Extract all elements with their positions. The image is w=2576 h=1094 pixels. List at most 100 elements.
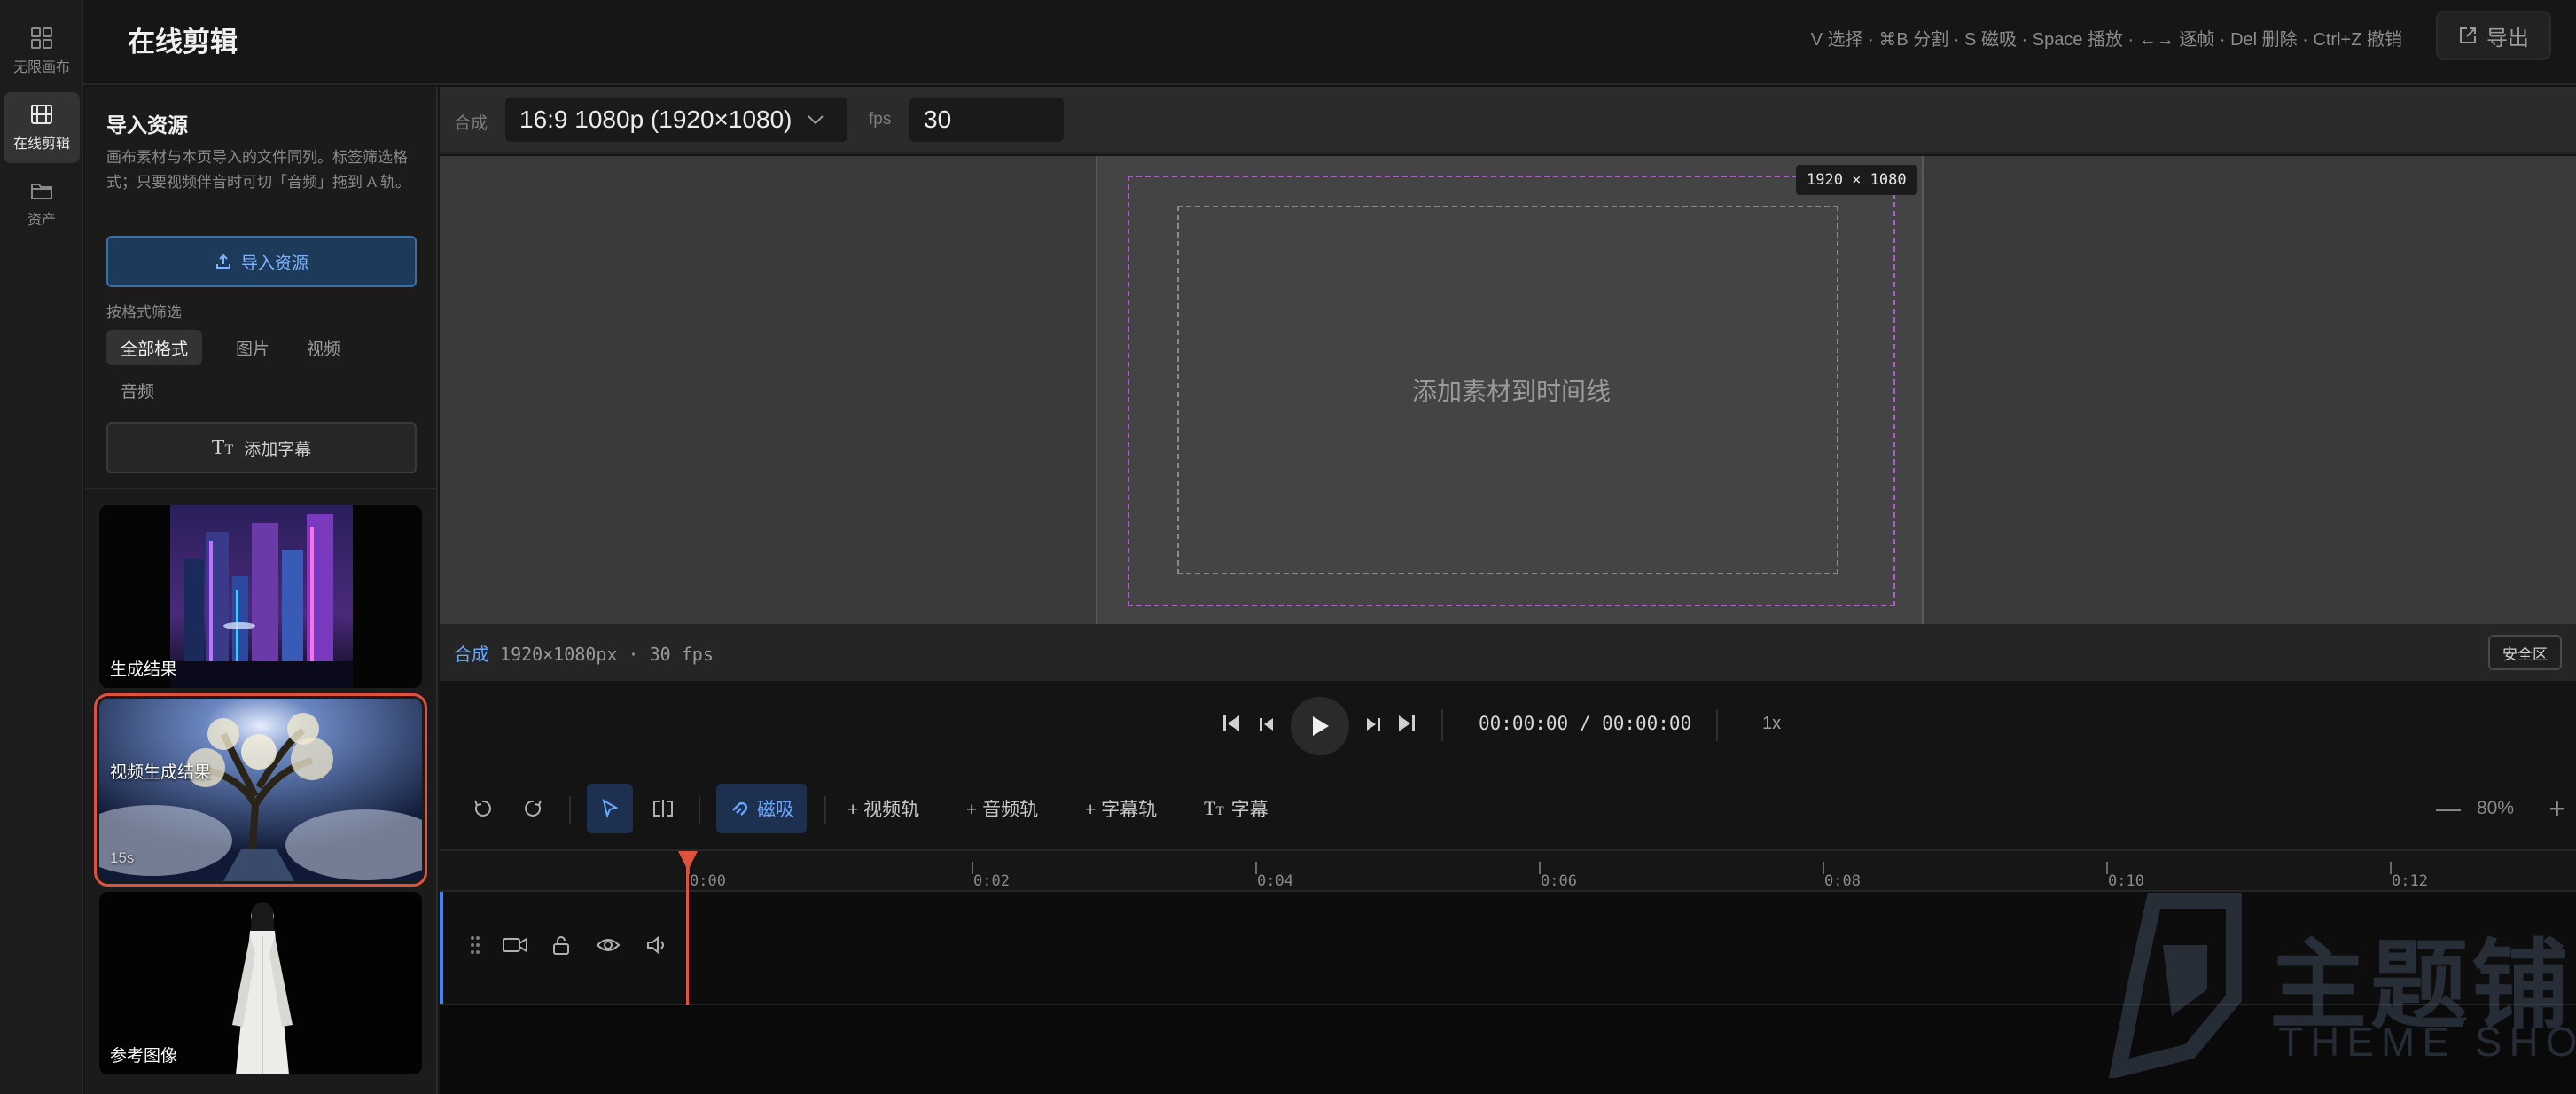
subtitle-label: 字幕: [1230, 800, 1268, 820]
magnet-label: 磁吸: [757, 800, 794, 820]
composition-toolbar: 合成 16:9 1080p (1920×1080) fps 30: [440, 87, 2576, 154]
asset-label: 参考图像: [110, 1047, 178, 1066]
add-subtitle-label: 添加字幕: [244, 440, 312, 459]
playhead-line: [686, 856, 689, 1005]
export-label: 导出: [2486, 26, 2529, 51]
cursor-icon: [602, 798, 619, 819]
redo-icon: [525, 800, 542, 817]
speaker-icon[interactable]: [645, 934, 670, 956]
play-icon: [1313, 716, 1329, 736]
magnet-icon: [732, 801, 748, 816]
add-video-track-button[interactable]: + 视频轨: [847, 784, 919, 833]
rail-item-editor[interactable]: 在线剪辑: [4, 92, 80, 163]
filter-audio[interactable]: 音频: [106, 372, 168, 408]
rail-item-label: 资产: [27, 213, 56, 228]
status-text: 合成 1920×1080px · 30 fps: [454, 640, 714, 666]
magnet-toggle[interactable]: 磁吸: [716, 784, 807, 833]
filter-video[interactable]: 视频: [293, 330, 355, 365]
canvas-frame[interactable]: 添加素材到时间线 1920 × 1080: [1096, 156, 1924, 624]
ruler-label: 0:04: [1257, 872, 1293, 890]
rail-item-label: 无限画布: [12, 60, 70, 75]
filter-title: 按格式筛选: [106, 304, 182, 321]
time-ruler[interactable]: 0:00 0:02 0:04 0:06 0:08 0:10 0:12: [440, 849, 2576, 892]
text-icon: TT: [1204, 797, 1224, 819]
split-tool-button[interactable]: [640, 784, 686, 833]
divider: [1716, 709, 1718, 741]
fps-input[interactable]: 30: [909, 98, 1064, 142]
safe-area-button[interactable]: 安全区: [2488, 635, 2562, 670]
undo-icon: [474, 800, 491, 817]
video-camera-icon: [503, 937, 527, 953]
zoom-out-button[interactable]: —: [2436, 794, 2461, 823]
track-header: [440, 892, 686, 1004]
moonlit-tree-thumbnail: [99, 699, 422, 881]
grid-icon: [31, 27, 52, 49]
timeline-toolbar: 磁吸 + 视频轨 + 音频轨 + 字幕轨 TT 字幕 — 80% +: [440, 770, 2576, 849]
rail-item-label: 在线剪辑: [12, 137, 70, 152]
divider: [85, 488, 436, 489]
watermark-logo: 主题铺 THEME SHOP: [2101, 887, 2576, 1082]
status-prefix: 合成: [454, 645, 489, 665]
subtitle-button[interactable]: TT 字幕: [1204, 784, 1268, 833]
panel-title: 导入资源: [106, 113, 188, 137]
watermark-emblem: [2108, 893, 2242, 1078]
panel-description: 画布素材与本页导入的文件同列。标签筛选格式；只要视频伴音时可切「音频」拖到 A …: [106, 149, 410, 191]
split-icon: [653, 800, 673, 817]
undo-button[interactable]: [459, 784, 505, 833]
left-rail: 无限画布 在线剪辑 资产: [0, 0, 83, 1094]
asset-card[interactable]: 生成结果: [99, 505, 422, 688]
zoom-in-button[interactable]: +: [2549, 793, 2565, 825]
rail-item-canvas[interactable]: 无限画布: [4, 16, 80, 87]
playback-bar: 00:00:00 / 00:00:00 1x: [440, 681, 2576, 770]
page-title: 在线剪辑: [128, 27, 238, 58]
lock-icon[interactable]: [551, 934, 571, 956]
select-tool-button[interactable]: [587, 784, 633, 833]
add-subtitle-track-button[interactable]: + 字幕轨: [1085, 784, 1157, 833]
skip-start-icon[interactable]: [1222, 713, 1241, 734]
preview-stage: 添加素材到时间线 1920 × 1080: [440, 156, 2576, 624]
import-label: 导入资源: [240, 254, 308, 273]
step-forward-icon[interactable]: [1365, 716, 1381, 732]
playback-speed[interactable]: 1x: [1762, 714, 1781, 734]
top-bar: 在线剪辑 V 选择 · ⌘B 分割 · S 磁吸 · Space 播放 · ←→…: [83, 0, 2576, 85]
divider: [699, 796, 700, 824]
composition-label: 合成: [454, 114, 488, 133]
filter-image[interactable]: 图片: [222, 330, 284, 365]
watermark-subtext: THEME SHOP: [2278, 1019, 2576, 1065]
asset-duration: 15s: [110, 849, 135, 866]
empty-hint: 添加素材到时间线: [1411, 378, 1611, 405]
play-button[interactable]: [1291, 697, 1349, 755]
asset-card[interactable]: 参考图像: [99, 892, 422, 1074]
export-button[interactable]: 导出: [2436, 11, 2551, 60]
fps-label: fps: [869, 110, 892, 129]
divider: [824, 796, 826, 824]
film-icon: [31, 105, 52, 124]
asset-card-selected[interactable]: 视频生成结果 15s: [94, 693, 427, 887]
filter-all[interactable]: 全部格式: [106, 330, 203, 365]
import-resource-button[interactable]: 导入资源: [106, 236, 417, 287]
ruler-label: 0:06: [1541, 872, 1577, 890]
shortcut-hints: V 选择 · ⌘B 分割 · S 磁吸 · Space 播放 · ←→ 逐帧 ·…: [1810, 30, 2402, 50]
import-panel: 导入资源 画布素材与本页导入的文件同列。标签筛选格式；只要视频伴音时可切「音频」…: [85, 87, 438, 1094]
eye-icon[interactable]: [596, 934, 621, 956]
ruler-label: 0:08: [1824, 872, 1861, 890]
add-subtitle-button[interactable]: TT 添加字幕: [106, 422, 417, 473]
export-icon: [2460, 27, 2476, 43]
redo-button[interactable]: [511, 784, 557, 833]
asset-label: 视频生成结果: [110, 763, 212, 782]
rail-item-assets[interactable]: 资产: [4, 168, 80, 239]
folder-icon: [31, 184, 52, 199]
playhead-handle[interactable]: [676, 849, 699, 872]
ratio-select[interactable]: 16:9 1080p (1920×1080): [505, 98, 847, 142]
step-back-icon[interactable]: [1259, 716, 1275, 732]
timecode: 00:00:00 / 00:00:00: [1479, 713, 1692, 734]
add-audio-track-button[interactable]: + 音频轨: [966, 784, 1038, 833]
divider: [569, 796, 571, 824]
status-bar: 合成 1920×1080px · 30 fps 安全区: [440, 624, 2576, 681]
upload-icon: [215, 254, 230, 269]
zoom-level: 80%: [2476, 798, 2514, 818]
skip-end-icon[interactable]: [1397, 713, 1417, 734]
text-icon: TT: [211, 435, 234, 459]
ratio-value: 16:9 1080p (1920×1080): [519, 105, 792, 133]
drag-handle-icon[interactable]: [470, 934, 480, 956]
